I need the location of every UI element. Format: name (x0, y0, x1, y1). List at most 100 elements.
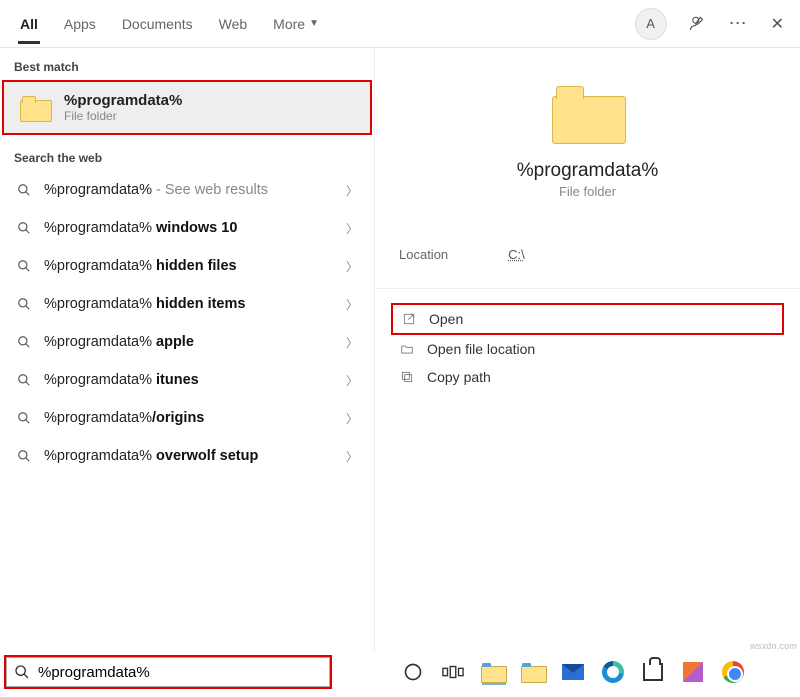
search-icon (16, 297, 32, 311)
results-pane: Best match %programdata% File folder Sea… (0, 48, 375, 652)
chevron-right-icon: 〉 (346, 258, 358, 275)
chevron-right-icon: 〉 (346, 448, 358, 465)
top-right-controls: A ⋯ ✕ (635, 8, 784, 40)
web-result-text: %programdata% itunes (44, 372, 334, 388)
chevron-right-icon: 〉 (346, 296, 358, 313)
web-result-6[interactable]: %programdata%/origins 〉 (0, 399, 374, 437)
search-box-container (4, 655, 332, 689)
open-icon (401, 312, 417, 326)
search-icon (16, 335, 32, 349)
web-result-text: %programdata% apple (44, 334, 334, 350)
action-open[interactable]: Open (391, 303, 784, 335)
web-result-suffix: hidden files (152, 258, 237, 274)
preview-subtitle: File folder (375, 184, 800, 199)
copy-icon (399, 370, 415, 384)
web-result-text: %programdata% overwolf setup (44, 448, 334, 464)
best-match-item[interactable]: %programdata% File folder (2, 80, 372, 135)
tab-web[interactable]: Web (217, 4, 250, 44)
web-result-0[interactable]: %programdata% - See web results 〉 (0, 171, 374, 209)
web-result-3[interactable]: %programdata% hidden items 〉 (0, 285, 374, 323)
web-result-text: %programdata% hidden files (44, 258, 334, 274)
web-result-suffix: hidden items (152, 296, 245, 312)
search-icon (14, 664, 30, 680)
best-match-subtitle: File folder (64, 109, 182, 123)
web-result-7[interactable]: %programdata% overwolf setup 〉 (0, 437, 374, 475)
main-panes: Best match %programdata% File folder Sea… (0, 48, 800, 652)
web-result-query: %programdata% (44, 296, 152, 312)
web-result-suffix: itunes (152, 372, 199, 388)
web-result-suffix: /origins (152, 410, 204, 426)
top-bar: All Apps Documents Web More ▼ A ⋯ ✕ (0, 0, 800, 48)
web-result-query: %programdata% (44, 334, 152, 350)
feedback-icon[interactable] (689, 15, 707, 33)
web-result-suffix: apple (152, 334, 194, 350)
preview-actions: Open Open file location Copy path (375, 289, 800, 405)
folder-icon-large (552, 86, 624, 142)
search-icon (16, 411, 32, 425)
tab-more[interactable]: More ▼ (271, 4, 321, 44)
web-result-suffix: windows 10 (152, 220, 237, 236)
search-icon (16, 449, 32, 463)
search-icon (16, 183, 32, 197)
web-result-2[interactable]: %programdata% hidden files 〉 (0, 247, 374, 285)
web-result-query: %programdata% (44, 448, 152, 464)
avatar[interactable]: A (635, 8, 667, 40)
store-icon[interactable] (641, 660, 665, 684)
file-explorer-icon-2[interactable] (521, 660, 545, 684)
powertoys-icon[interactable] (681, 660, 705, 684)
search-input[interactable] (38, 664, 322, 681)
task-view-icon[interactable] (441, 660, 465, 684)
web-result-text: %programdata% windows 10 (44, 220, 334, 236)
web-result-query: %programdata% (44, 220, 152, 236)
web-result-hint: - See web results (152, 182, 268, 198)
preview-pane: %programdata% File folder Location C:\ O… (375, 48, 800, 652)
web-result-text: %programdata%/origins (44, 410, 334, 426)
search-web-label: Search the web (0, 139, 374, 171)
action-open-label: Open (429, 311, 463, 327)
web-result-4[interactable]: %programdata% apple 〉 (0, 323, 374, 361)
tab-all[interactable]: All (18, 4, 40, 44)
web-result-5[interactable]: %programdata% itunes 〉 (0, 361, 374, 399)
chevron-right-icon: 〉 (346, 372, 358, 389)
search-icon (16, 373, 32, 387)
preview-meta: Location C:\ (375, 199, 800, 289)
chrome-icon[interactable] (721, 660, 745, 684)
chevron-right-icon: 〉 (346, 182, 358, 199)
web-result-text: %programdata% - See web results (44, 182, 334, 198)
chevron-down-icon: ▼ (309, 18, 319, 29)
edge-icon[interactable] (601, 660, 625, 684)
best-match-title: %programdata% (64, 92, 182, 109)
ellipsis-icon[interactable]: ⋯ (729, 13, 749, 34)
cortana-icon[interactable] (401, 660, 425, 684)
search-tabs: All Apps Documents Web More ▼ (18, 4, 635, 44)
taskbar (395, 652, 796, 692)
search-icon (16, 259, 32, 273)
tab-more-label: More (273, 16, 305, 32)
chevron-right-icon: 〉 (346, 220, 358, 237)
watermark: wsxdn.com (750, 641, 797, 651)
location-label: Location (399, 247, 448, 262)
preview-header: %programdata% File folder (375, 48, 800, 199)
web-result-query: %programdata% (44, 258, 152, 274)
tab-documents[interactable]: Documents (120, 4, 195, 44)
chevron-right-icon: 〉 (346, 410, 358, 427)
close-icon[interactable]: ✕ (771, 14, 784, 34)
tab-apps[interactable]: Apps (62, 4, 98, 44)
web-result-query: %programdata% (44, 372, 152, 388)
best-match-text: %programdata% File folder (64, 92, 182, 123)
chevron-right-icon: 〉 (346, 334, 358, 351)
search-icon (16, 221, 32, 235)
preview-title: %programdata% (375, 160, 800, 182)
mail-icon[interactable] (561, 660, 585, 684)
file-explorer-icon[interactable] (481, 660, 505, 684)
web-result-text: %programdata% hidden items (44, 296, 334, 312)
action-copy-path[interactable]: Copy path (391, 363, 784, 391)
location-value[interactable]: C:\ (508, 247, 525, 262)
web-result-query: %programdata% (44, 182, 152, 198)
search-box[interactable] (4, 655, 332, 689)
best-match-label: Best match (0, 48, 374, 80)
folder-open-icon (399, 342, 415, 356)
web-result-1[interactable]: %programdata% windows 10 〉 (0, 209, 374, 247)
action-copy-path-label: Copy path (427, 369, 491, 385)
action-open-file-location[interactable]: Open file location (391, 335, 784, 363)
